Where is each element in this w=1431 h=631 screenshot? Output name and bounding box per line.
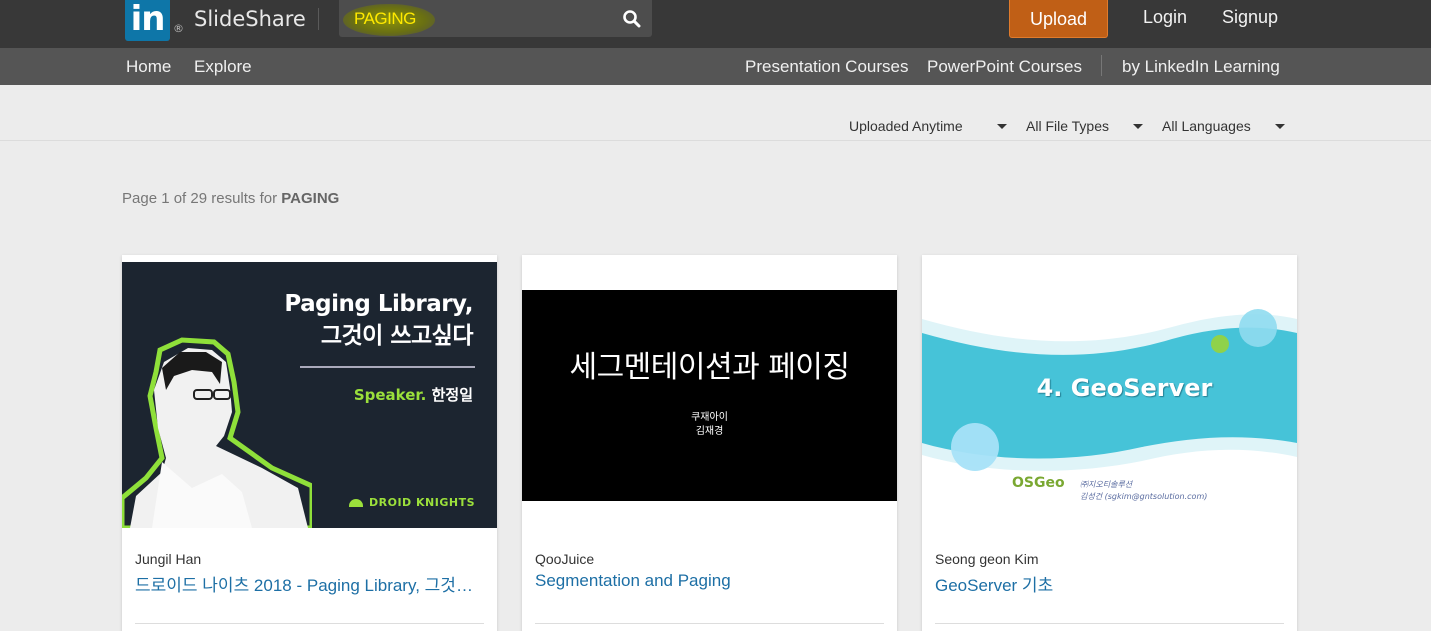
speaker-name: 한정일 (431, 386, 473, 404)
nav-divider (1101, 55, 1102, 76)
speaker-label: Speaker. (353, 386, 427, 404)
results-prefix: Page 1 of 29 results for (122, 190, 282, 207)
results-query: PAGING (281, 190, 340, 207)
chevron-down-icon[interactable] (1275, 124, 1285, 129)
thumb-title-line: 그것이 쓰고싶다 (320, 323, 474, 349)
search-icon[interactable] (622, 9, 642, 29)
android-icon (349, 499, 363, 507)
thumb-sub-line: 쿠재아이 (691, 412, 728, 423)
card-title[interactable]: 드로이드 나이츠 2018 - Paging Library, 그것이 쓰고싶다 (135, 571, 485, 596)
card-divider (935, 623, 1284, 624)
thumb-sub-line: 김재경 (695, 426, 724, 437)
results-summary: Page 1 of 29 results for PAGING (122, 190, 339, 207)
card-thumbnail[interactable]: 4. GeoServer OSGeo ㈜지오티솔루션김성건 (sgkim@gnt… (922, 297, 1297, 523)
filter-languages[interactable]: All Languages (1162, 118, 1251, 134)
search-input[interactable] (354, 8, 594, 30)
signup-link[interactable]: Signup (1222, 7, 1278, 28)
thumb-speaker: Speaker. 한정일 (354, 384, 473, 405)
nav-linkedin-learning[interactable]: by LinkedIn Learning (1122, 57, 1280, 77)
nav-home[interactable]: Home (126, 57, 171, 77)
thumb-info-line: 김성건 (sgkim@gntsolution.com) (1080, 492, 1208, 501)
card-title[interactable]: Segmentation and Paging (535, 571, 885, 591)
result-card[interactable]: Paging Library, 그것이 쓰고싶다 Speaker. 한정일 DRO… (122, 255, 497, 631)
card-thumbnail[interactable]: Paging Library, 그것이 쓰고싶다 Speaker. 한정일 DRO… (122, 262, 497, 528)
login-link[interactable]: Login (1143, 7, 1187, 28)
upload-button[interactable]: Upload (1009, 0, 1108, 38)
thumb-subtitle: 쿠재아이김재경 (522, 411, 897, 439)
thumb-title: 세그멘테이션과 페이징 (569, 350, 850, 385)
thumb-info: ㈜지오티솔루션김성건 (sgkim@gntsolution.com) (1080, 479, 1207, 503)
card-author[interactable]: QooJuice (535, 551, 594, 567)
thumb-title-line: Paging Library, (284, 291, 473, 317)
linkedin-logo-icon[interactable]: in (125, 0, 170, 41)
filter-bar: Uploaded Anytime All File Types All Lang… (0, 85, 1431, 141)
filter-file-types[interactable]: All File Types (1026, 118, 1109, 134)
top-header: in ® SlideShare Upload Login Signup (0, 0, 1431, 48)
thumb-title: 4. GeoServer (1036, 374, 1213, 402)
card-author[interactable]: Jungil Han (135, 551, 201, 567)
chevron-down-icon[interactable] (997, 124, 1007, 129)
card-author[interactable]: Seong geon Kim (935, 551, 1039, 567)
thumb-divider (300, 366, 475, 368)
header-divider (318, 8, 319, 30)
nav-explore[interactable]: Explore (194, 57, 252, 77)
chevron-down-icon[interactable] (1133, 124, 1143, 129)
registered-mark: ® (173, 22, 184, 35)
thumb-info-line: ㈜지오티솔루션 (1080, 480, 1133, 489)
nav-presentation-courses[interactable]: Presentation Courses (745, 57, 908, 77)
card-thumbnail[interactable]: 세그멘테이션과 페이징 쿠재아이김재경 (522, 290, 897, 501)
result-card[interactable]: 세그멘테이션과 페이징 쿠재아이김재경 QooJuice Segmentatio… (522, 255, 897, 631)
slideshare-brand[interactable]: SlideShare (194, 7, 306, 31)
result-card[interactable]: 4. GeoServer OSGeo ㈜지오티솔루션김성건 (sgkim@gnt… (922, 255, 1297, 631)
thumb-title: Paging Library, 그것이 쓰고싶다 (284, 288, 473, 352)
thumb-org: OSGeo (1012, 475, 1065, 491)
thumb-brand: DROID KNIGHTS (349, 496, 475, 509)
nav-powerpoint-courses[interactable]: PowerPoint Courses (927, 57, 1082, 77)
card-divider (135, 623, 484, 624)
secondary-nav: Home Explore Presentation Courses PowerP… (0, 48, 1431, 85)
filter-uploaded[interactable]: Uploaded Anytime (849, 118, 963, 134)
card-divider (535, 623, 884, 624)
card-title[interactable]: GeoServer 기초 (935, 571, 1285, 596)
brand-text: DROID KNIGHTS (369, 496, 475, 509)
